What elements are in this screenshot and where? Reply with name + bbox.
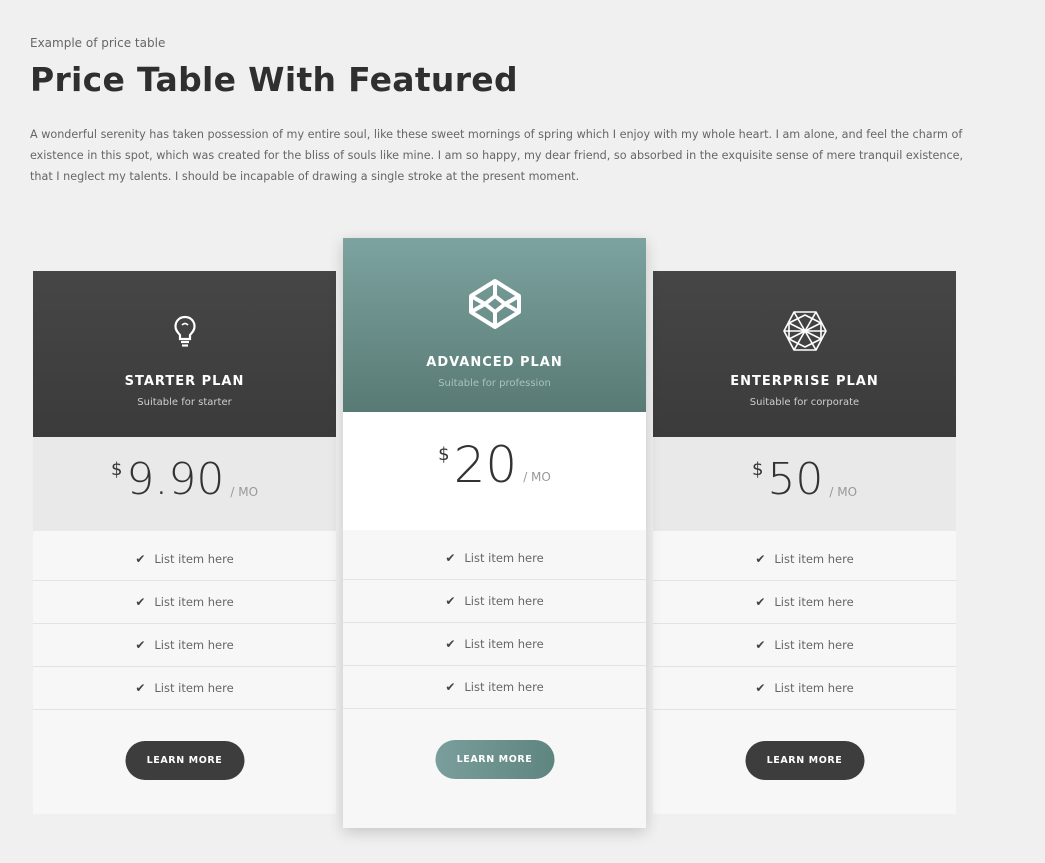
check-icon: ✔	[445, 680, 456, 694]
check-icon: ✔	[445, 637, 456, 651]
polyhedron-icon	[782, 309, 828, 357]
feature-label: List item here	[774, 681, 854, 695]
list-item: ✔ List item here	[343, 537, 646, 580]
card-header: ADVANCED PLAN Suitable for profession	[343, 238, 646, 412]
list-item: ✔ List item here	[343, 623, 646, 666]
pricing-card-starter: STARTER PLAN Suitable for starter $9.90 /…	[33, 271, 336, 814]
price-currency: $	[110, 459, 123, 480]
check-icon: ✔	[755, 681, 766, 695]
feature-list: ✔ List item here ✔ List item here ✔ List it…	[653, 538, 956, 710]
learn-more-button[interactable]: LEARN MORE	[745, 741, 864, 780]
card-header: ENTERPRISE PLAN Suitable for corporate	[653, 271, 956, 437]
plan-subtitle: Suitable for profession	[438, 378, 551, 389]
price: $50 / MO	[653, 455, 956, 505]
learn-more-button[interactable]: LEARN MORE	[435, 740, 554, 779]
price-currency: $	[751, 459, 764, 480]
feature-label: List item here	[464, 680, 544, 694]
price-amount: 9.90	[126, 454, 225, 505]
plan-subtitle: Suitable for corporate	[749, 397, 860, 408]
price-period: / MO	[829, 485, 858, 499]
check-icon: ✔	[135, 595, 146, 609]
codepen-icon	[467, 277, 523, 335]
price: $9.90 / MO	[33, 455, 336, 505]
feature-label: List item here	[154, 638, 234, 652]
price-box: $9.90 / MO	[33, 437, 336, 531]
plan-name: ADVANCED PLAN	[426, 355, 563, 370]
feature-label: List item here	[464, 637, 544, 651]
price-amount: 50	[767, 454, 824, 505]
list-item: ✔ List item here	[33, 581, 336, 624]
list-item: ✔ List item here	[653, 581, 956, 624]
feature-label: List item here	[774, 638, 854, 652]
page-eyebrow: Example of price table	[30, 36, 166, 50]
plan-name: ENTERPRISE PLAN	[730, 374, 879, 389]
price-period: / MO	[523, 470, 551, 484]
feature-list: ✔ List item here ✔ List item here ✔ List it…	[343, 537, 646, 709]
learn-more-button[interactable]: LEARN MORE	[125, 741, 244, 780]
price-box: $50 / MO	[653, 437, 956, 531]
feature-label: List item here	[464, 551, 544, 565]
page-title: Price Table With Featured	[30, 60, 518, 99]
feature-label: List item here	[154, 681, 234, 695]
feature-label: List item here	[464, 594, 544, 608]
list-item: ✔ List item here	[653, 538, 956, 581]
check-icon: ✔	[135, 552, 146, 566]
card-header: STARTER PLAN Suitable for starter	[33, 271, 336, 437]
check-icon: ✔	[135, 638, 146, 652]
pricing-card-enterprise: ENTERPRISE PLAN Suitable for corporate $…	[653, 271, 956, 814]
list-item: ✔ List item here	[653, 624, 956, 667]
intro-paragraph: A wonderful serenity has taken possessio…	[30, 128, 964, 183]
price-currency: $	[438, 444, 450, 465]
feature-label: List item here	[154, 552, 234, 566]
list-item: ✔ List item here	[653, 667, 956, 710]
price-amount: 20	[453, 436, 518, 494]
check-icon: ✔	[755, 552, 766, 566]
price-period: / MO	[230, 485, 259, 499]
check-icon: ✔	[445, 551, 456, 565]
check-icon: ✔	[135, 681, 146, 695]
plan-subtitle: Suitable for starter	[137, 397, 232, 408]
pricing-card-advanced: ADVANCED PLAN Suitable for profession $2…	[343, 238, 646, 828]
lightbulb-icon	[173, 315, 197, 353]
price: $20/ MO	[343, 440, 646, 490]
feature-label: List item here	[154, 595, 234, 609]
check-icon: ✔	[755, 638, 766, 652]
price-box: $20 / MO	[343, 412, 646, 530]
list-item: ✔ List item here	[343, 580, 646, 623]
list-item: ✔ List item here	[33, 624, 336, 667]
plan-name: STARTER PLAN	[124, 374, 245, 389]
list-item: ✔ List item here	[33, 667, 336, 710]
feature-label: List item here	[774, 595, 854, 609]
list-item: ✔ List item here	[33, 538, 336, 581]
check-icon: ✔	[755, 595, 766, 609]
feature-list: ✔ List item here ✔ List item here ✔ List it…	[33, 538, 336, 710]
feature-label: List item here	[774, 552, 854, 566]
check-icon: ✔	[445, 594, 456, 608]
list-item: ✔ List item here	[343, 666, 646, 709]
